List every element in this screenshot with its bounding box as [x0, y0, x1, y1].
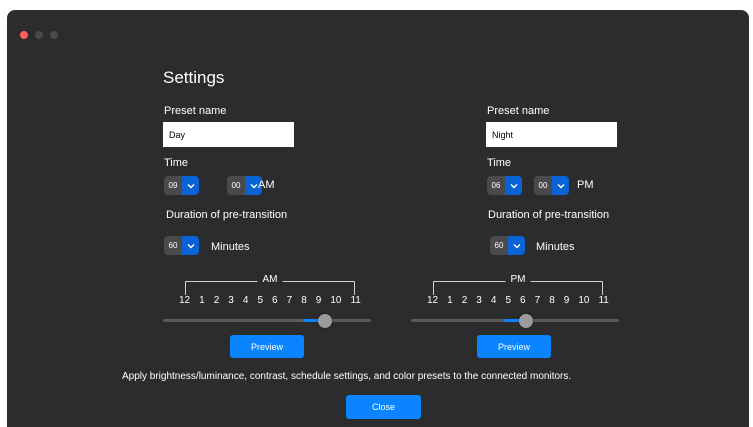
- day-preview-button[interactable]: Preview: [230, 335, 304, 358]
- settings-window: Settings Preset name Time 09 00 AM Durat…: [7, 10, 749, 427]
- night-duration-stepper[interactable]: 60: [490, 236, 525, 255]
- hour-tick-label: 8: [549, 295, 555, 306]
- hour-tick-label: 8: [301, 295, 307, 306]
- hour-tick-label: 12: [427, 295, 439, 306]
- night-scale-bracket: PM: [433, 274, 603, 295]
- night-hour-stepper[interactable]: 06: [487, 176, 522, 195]
- day-meridiem: AM: [258, 179, 275, 191]
- night-duration-label: Duration of pre-transition: [488, 209, 610, 221]
- day-duration-stepper[interactable]: 60: [164, 236, 199, 255]
- hour-tick-label: 2: [213, 295, 220, 306]
- hour-tick-label: 11: [350, 295, 361, 306]
- day-preset-input[interactable]: [163, 122, 294, 147]
- chevron-down-icon[interactable]: [182, 176, 199, 195]
- hour-tick-label: 4: [490, 295, 497, 306]
- hour-tick-label: 10: [330, 295, 342, 306]
- day-slider-track[interactable]: [163, 319, 371, 322]
- hour-tick-label: 7: [286, 295, 293, 306]
- night-time-label: Time: [487, 157, 512, 169]
- hour-tick-label: 9: [563, 295, 570, 306]
- night-preset-label: Preset name: [487, 105, 550, 117]
- hour-tick-label: 3: [476, 295, 482, 306]
- day-duration-unit: Minutes: [211, 241, 250, 253]
- day-hour-value: 09: [164, 176, 182, 195]
- day-scale-label: AM: [257, 274, 283, 285]
- day-minute-stepper[interactable]: 00: [227, 176, 262, 195]
- hour-tick-label: 5: [505, 295, 512, 306]
- page-title: Settings: [163, 68, 225, 87]
- zoom-window-icon[interactable]: [50, 31, 58, 39]
- footer-note: Apply brightness/luminance, contrast, sc…: [122, 371, 572, 382]
- night-hour-value: 06: [487, 176, 505, 195]
- night-preview-button[interactable]: Preview: [477, 335, 551, 358]
- day-duration-value: 60: [164, 236, 182, 255]
- night-meridiem: PM: [577, 179, 594, 191]
- day-minute-value: 00: [227, 176, 245, 195]
- night-duration-value: 60: [490, 236, 508, 255]
- close-window-icon[interactable]: [20, 31, 28, 39]
- hour-tick-label: 6: [272, 295, 278, 306]
- hour-tick-label: 10: [578, 295, 590, 306]
- hour-tick-label: 6: [520, 295, 526, 306]
- chevron-down-icon[interactable]: [182, 236, 199, 255]
- close-button[interactable]: Close: [346, 395, 421, 419]
- chevron-down-icon[interactable]: [552, 176, 569, 195]
- day-hour-stepper[interactable]: 09: [164, 176, 199, 195]
- hour-tick-label: 9: [315, 295, 322, 306]
- window-controls: [20, 31, 58, 39]
- night-preset-input[interactable]: [486, 122, 617, 147]
- night-duration-unit: Minutes: [536, 241, 575, 253]
- hour-tick-label: 12: [179, 295, 191, 306]
- hour-tick-label: 1: [199, 295, 205, 306]
- night-minute-value: 00: [534, 176, 552, 195]
- night-hour-ticks: 12 1 2 3 4 5 6 7 8 9 10 11: [427, 295, 609, 306]
- night-scale-label: PM: [505, 274, 531, 285]
- night-slider-thumb[interactable]: [518, 314, 533, 328]
- hour-tick-label: 2: [461, 295, 468, 306]
- day-duration-label: Duration of pre-transition: [166, 209, 288, 221]
- hour-tick-label: 1: [447, 295, 453, 306]
- night-minute-stepper[interactable]: 00: [534, 176, 569, 195]
- day-scale-bracket: AM: [185, 274, 355, 295]
- day-hour-ticks: 12 1 2 3 4 5 6 7 8 9 10 11: [179, 295, 361, 306]
- hour-tick-label: 11: [598, 295, 609, 306]
- chevron-down-icon[interactable]: [508, 236, 525, 255]
- chevron-down-icon[interactable]: [505, 176, 522, 195]
- day-slider-thumb[interactable]: [318, 314, 333, 328]
- hour-tick-label: 4: [242, 295, 249, 306]
- hour-tick-label: 3: [228, 295, 234, 306]
- hour-tick-label: 7: [534, 295, 541, 306]
- day-preset-label: Preset name: [164, 105, 227, 117]
- day-time-label: Time: [164, 157, 189, 169]
- hour-tick-label: 5: [257, 295, 264, 306]
- minimize-window-icon[interactable]: [35, 31, 43, 39]
